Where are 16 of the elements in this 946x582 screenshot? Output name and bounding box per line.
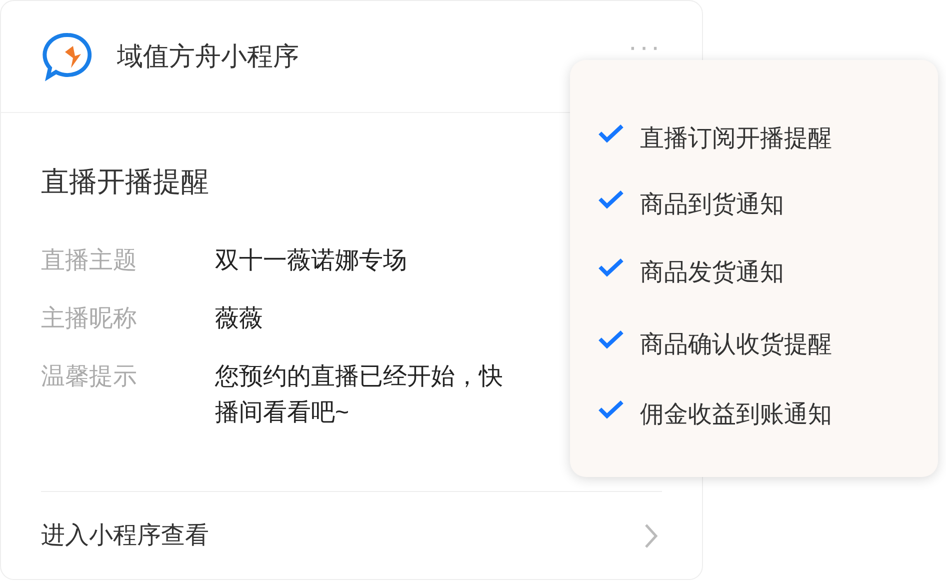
open-mini-program-link[interactable]: 进入小程序查看 bbox=[41, 491, 662, 579]
field-value: 双十一薇诺娜专场 bbox=[215, 246, 407, 276]
field-value: 播间看看吧~ bbox=[215, 398, 350, 428]
message-title: 直播开播提醒 bbox=[41, 165, 210, 199]
menu-item[interactable]: 商品到货通知 bbox=[598, 172, 938, 238]
app-title: 域值方舟小程序 bbox=[117, 40, 299, 73]
field-value: 薇薇 bbox=[215, 304, 263, 334]
field-value: 您预约的直播已经开始，快 bbox=[215, 362, 503, 392]
menu-item[interactable]: 商品发货通知 bbox=[598, 238, 938, 308]
chevron-right-icon bbox=[644, 522, 658, 548]
field-label: 直播主题 bbox=[41, 246, 138, 276]
menu-item[interactable]: 商品确认收货提醒 bbox=[598, 308, 938, 382]
field-label: 温馨提示 bbox=[41, 362, 138, 392]
menu-item[interactable]: 直播订阅开播提醒 bbox=[598, 106, 938, 172]
field-label: 主播昵称 bbox=[41, 304, 138, 334]
menu-item[interactable]: 佣金收益到账通知 bbox=[598, 382, 938, 448]
